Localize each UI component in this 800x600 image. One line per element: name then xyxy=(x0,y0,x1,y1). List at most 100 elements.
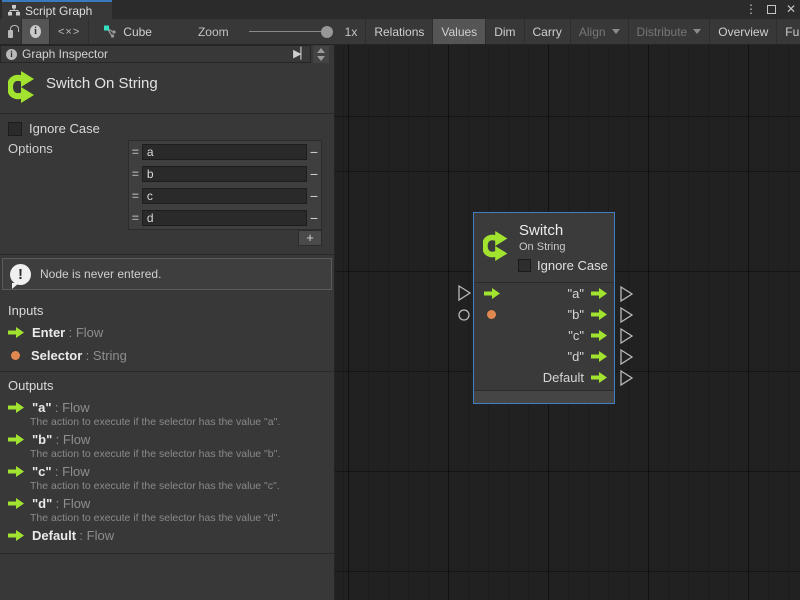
external-flow-connector-icon[interactable] xyxy=(619,328,634,344)
window-controls: ⋮ ✕ xyxy=(745,0,796,19)
inspector-header: i Graph Inspector xyxy=(0,45,311,63)
chevron-down-icon xyxy=(693,29,701,34)
option-row: = − xyxy=(129,185,321,207)
zoom-slider-handle[interactable] xyxy=(321,26,333,38)
port-label: "d" xyxy=(568,349,584,364)
ignore-case-checkbox[interactable] xyxy=(8,122,22,136)
remove-option-button[interactable]: − xyxy=(307,163,321,185)
distribute-dropdown[interactable]: Distribute xyxy=(629,19,711,44)
carry-button[interactable]: Carry xyxy=(525,19,571,44)
node-ignore-case-row[interactable]: Ignore Case xyxy=(518,258,608,273)
switch-node-icon xyxy=(483,229,513,263)
external-flow-connector-icon[interactable] xyxy=(619,370,634,386)
node-ignore-case-checkbox[interactable] xyxy=(518,259,531,272)
align-dropdown[interactable]: Align xyxy=(571,19,629,44)
unit-title: Switch On String xyxy=(46,75,158,92)
output-port-default: Default : Flow xyxy=(8,528,114,543)
node-title: Switch xyxy=(519,222,563,239)
graph-target[interactable]: Cube xyxy=(89,19,160,44)
flow-arrow-icon xyxy=(8,530,24,541)
lock-icon xyxy=(8,30,13,38)
overview-button[interactable]: Overview xyxy=(710,19,777,44)
zoom-slider[interactable] xyxy=(237,19,343,44)
flow-out-port-icon[interactable] xyxy=(590,330,608,341)
scroll-up-icon[interactable] xyxy=(317,48,325,53)
output-port-d: "d" : Flow xyxy=(8,496,90,511)
drag-handle-icon[interactable]: = xyxy=(129,189,142,203)
warning-icon: ! xyxy=(10,264,31,285)
remove-option-button[interactable]: − xyxy=(307,185,321,207)
external-flow-connector-icon[interactable] xyxy=(619,286,634,302)
enter-port-icon[interactable] xyxy=(483,288,501,299)
graph-target-label: Cube xyxy=(123,25,152,39)
output-desc: The action to execute if the selector ha… xyxy=(30,512,280,524)
value-port-icon xyxy=(11,351,20,360)
dim-button[interactable]: Dim xyxy=(486,19,524,44)
scroll-down-icon[interactable] xyxy=(317,56,325,61)
output-port-a: "a" : Flow xyxy=(8,400,90,415)
inspector-scroll-spinner[interactable] xyxy=(313,46,329,63)
inspector-toggle-button[interactable]: i xyxy=(22,19,50,44)
options-label: Options xyxy=(8,141,53,156)
drag-handle-icon[interactable]: = xyxy=(129,145,142,159)
switch-node-icon xyxy=(8,69,40,105)
output-desc: The action to execute if the selector ha… xyxy=(30,416,280,428)
output-desc: The action to execute if the selector ha… xyxy=(30,448,280,460)
external-flow-connector-icon[interactable] xyxy=(619,349,634,365)
drag-handle-icon[interactable]: = xyxy=(129,167,142,181)
option-input[interactable] xyxy=(142,144,307,160)
input-port-selector: Selector : String xyxy=(8,348,127,363)
tab-bar: Script Graph ⋮ ✕ xyxy=(0,0,800,19)
inputs-heading: Inputs xyxy=(8,303,43,318)
flow-out-port-icon[interactable] xyxy=(590,309,608,320)
node-header[interactable]: Switch On String Ignore Case xyxy=(474,213,614,283)
add-option-button[interactable]: + xyxy=(298,230,322,246)
node-body: "a" "b" "c" "d" xyxy=(474,283,614,388)
zoom-value: 1x xyxy=(343,19,366,44)
external-flow-connector-icon[interactable] xyxy=(457,285,472,301)
remove-option-button[interactable]: − xyxy=(307,141,321,163)
node-footer xyxy=(474,390,614,403)
port-label: "b" xyxy=(568,307,584,322)
zoom-slider-track[interactable] xyxy=(249,31,331,32)
warning-box: ! Node is never entered. xyxy=(2,258,332,290)
option-input[interactable] xyxy=(142,166,307,182)
tab-label: Script Graph xyxy=(25,4,92,18)
output-port-b: "b" : Flow xyxy=(8,432,90,447)
relations-button[interactable]: Relations xyxy=(366,19,433,44)
node-port-row: Default xyxy=(474,367,614,388)
kebab-menu-icon[interactable]: ⋮ xyxy=(745,0,757,19)
input-port-enter: Enter : Flow xyxy=(8,325,103,340)
external-flow-connector-icon[interactable] xyxy=(619,307,634,323)
flow-arrow-icon xyxy=(8,402,24,413)
remove-option-button[interactable]: − xyxy=(307,207,321,229)
output-desc: The action to execute if the selector ha… xyxy=(30,480,280,492)
option-input[interactable] xyxy=(142,188,307,204)
node-port-row: "d" xyxy=(474,346,614,367)
node-port-row: "c" xyxy=(474,325,614,346)
dock-inspector-icon[interactable]: ▶▏ xyxy=(293,47,308,60)
drag-handle-icon[interactable]: = xyxy=(129,211,142,225)
close-icon[interactable]: ✕ xyxy=(786,0,796,19)
fullscreen-button[interactable]: Full Screen xyxy=(777,19,800,44)
flow-out-port-icon[interactable] xyxy=(590,288,608,299)
tab-script-graph[interactable]: Script Graph xyxy=(2,0,112,19)
switch-on-string-node[interactable]: Switch On String Ignore Case "a" "b" xyxy=(473,212,615,404)
graph-toolbar: i <×> Cube Zoom 1x Relations Values Dim … xyxy=(0,19,800,45)
maximize-icon[interactable] xyxy=(767,5,776,14)
flow-out-port-icon[interactable] xyxy=(590,372,608,383)
external-value-connector-icon[interactable] xyxy=(457,308,471,322)
option-input[interactable] xyxy=(142,210,307,226)
selector-port-icon[interactable] xyxy=(487,310,496,319)
zoom-label: Zoom xyxy=(160,19,237,44)
chevron-down-icon xyxy=(612,29,620,34)
ignore-case-row[interactable]: Ignore Case xyxy=(8,121,100,136)
ignore-case-label: Ignore Case xyxy=(29,121,100,136)
port-label: "a" xyxy=(568,286,584,301)
graph-canvas[interactable]: Switch On String Ignore Case "a" "b" xyxy=(335,45,800,600)
lock-button[interactable] xyxy=(0,19,22,44)
code-preview-button[interactable]: <×> xyxy=(50,19,89,44)
flow-out-port-icon[interactable] xyxy=(590,351,608,362)
node-ignore-case-label: Ignore Case xyxy=(537,258,608,273)
values-button[interactable]: Values xyxy=(433,19,486,44)
